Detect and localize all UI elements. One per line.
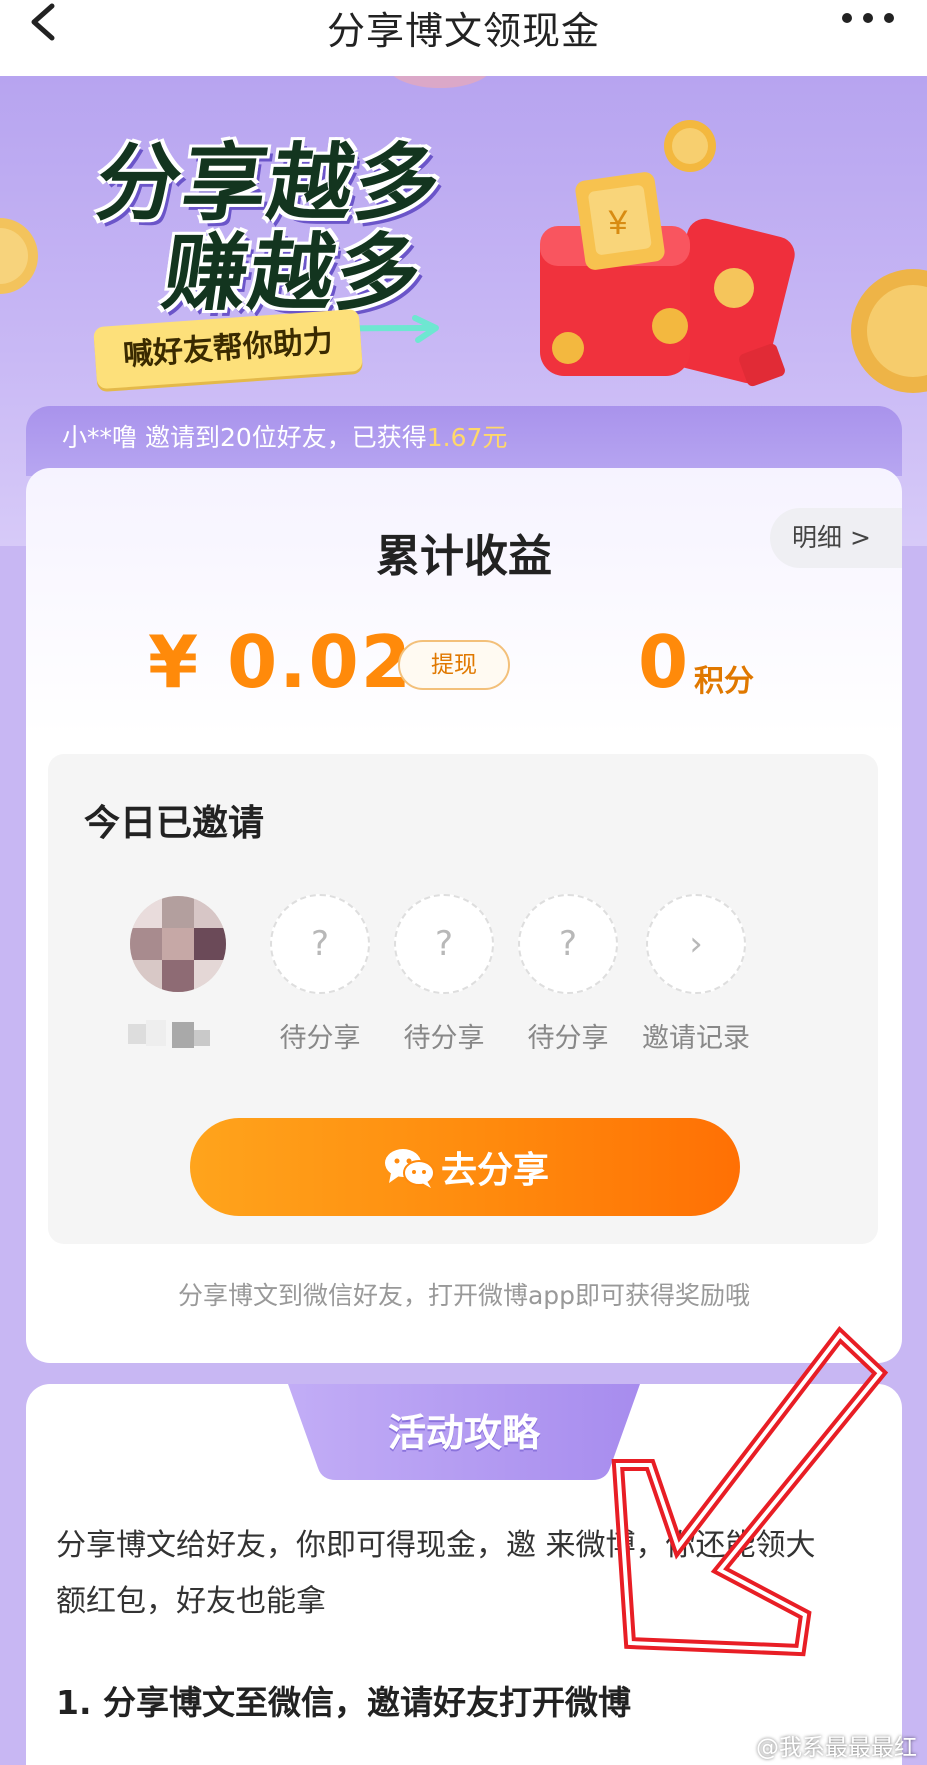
invite-slot-pending[interactable]: ? — [394, 894, 494, 994]
strategy-tab-title: 活动攻略 — [387, 1411, 540, 1455]
invite-slot-label: 待分享 — [403, 1023, 485, 1054]
strategy-step-1: 1. 分享博文至微信，邀请好友打开微博 — [56, 1683, 631, 1722]
invite-slot-pending[interactable]: ? — [518, 894, 618, 994]
points-unit-label: 积分 — [694, 664, 754, 699]
page-title: 分享博文领现金 — [326, 8, 600, 53]
red-packet-illustration: ¥ — [540, 120, 795, 387]
wechat-icon — [384, 1149, 435, 1188]
top-nav-bar: 分享博文领现金 — [0, 0, 927, 76]
success-ticker: 小**噜 邀请到20位好友，已获得1.67元 — [26, 406, 902, 476]
invite-record-label[interactable]: 邀请记录 — [626, 1016, 766, 1055]
slogan-line-2: 赚越多 — [157, 224, 429, 322]
back-arrow-icon[interactable] — [22, 0, 82, 52]
withdraw-button[interactable]: 提现 — [398, 640, 510, 690]
invite-slot-label: 待分享 — [279, 1023, 361, 1054]
ticker-text: 小**噜 邀请到20位好友，已获得 — [62, 423, 427, 452]
coin-decoration — [851, 269, 927, 393]
share-hint-text: 分享博文到微信好友，打开微博app即可获得奖励哦 — [177, 1281, 751, 1310]
invite-slot-label: 待分享 — [527, 1023, 609, 1054]
points-value: 0 — [638, 620, 689, 704]
invite-section-title: 今日已邀请 — [84, 803, 265, 844]
watermark-text: @我系最最最红 — [756, 1735, 917, 1761]
more-options-icon[interactable] — [837, 4, 899, 34]
coin-decoration — [393, 76, 487, 88]
ticker-amount: 1.67元 — [426, 423, 508, 452]
invite-slot-pending[interactable]: ? — [270, 894, 370, 994]
avatar[interactable] — [130, 896, 226, 992]
earnings-card: 累计收益 明细 > ¥ 0.02 提现 0 积分 今日已邀请 ? 待分享 ? 待… — [26, 468, 902, 1363]
share-button-label: 去分享 — [440, 1150, 549, 1191]
blurred-username — [128, 1020, 210, 1048]
invite-record-button[interactable]: › — [646, 894, 746, 994]
earnings-amount: ¥ 0.02 — [148, 620, 413, 704]
share-button[interactable]: 去分享 — [190, 1118, 740, 1216]
coin-decoration — [0, 218, 38, 294]
annotation-arrow-icon — [611, 1326, 889, 1657]
detail-button[interactable]: 明细 > — [770, 508, 902, 568]
today-invited-panel: 今日已邀请 ? 待分享 ? 待分享 ? 待分享 › 邀请记录 去分享 — [48, 754, 878, 1244]
svg-text:¥: ¥ — [608, 204, 628, 242]
